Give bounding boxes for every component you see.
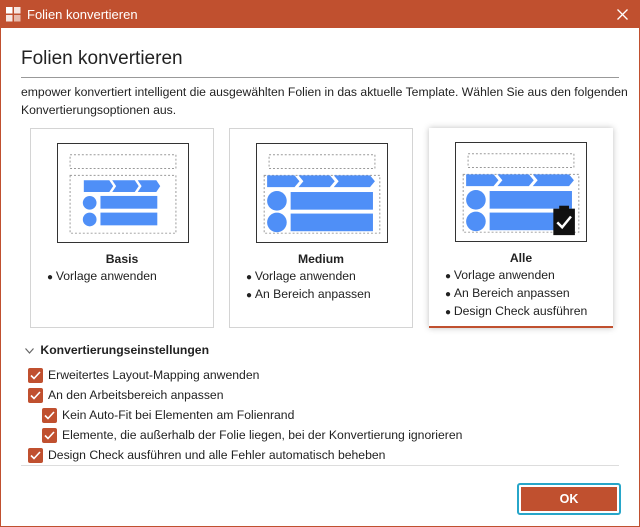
list-item: An Bereich anpassen [445,285,587,303]
layout-mapping-checkbox[interactable]: Erweitertes Layout-Mapping anwenden [28,367,259,383]
option-label: Kein Auto-Fit bei Elementen am Folienran… [62,408,295,422]
heading-divider [21,77,619,78]
intro-text: empower konvertiert intelligent die ausg… [21,85,628,117]
option-label: Elemente, die außerhalb der Folie liegen… [62,428,463,442]
basis-preview-image [57,143,189,243]
chevron-down-icon [25,343,35,357]
close-button[interactable] [605,1,639,28]
option-card-medium[interactable]: Medium Vorlage anwenden An Bereich anpas… [229,128,413,328]
ok-button[interactable]: OK [521,487,617,511]
footer-divider [21,465,619,466]
dialog-window: Folien konvertieren Folien konvertieren … [0,0,640,527]
checkbox-checked-icon [42,427,57,443]
ok-button-focus-ring: OK [517,483,621,515]
card-title: Basis [105,252,139,266]
option-label: Erweitertes Layout-Mapping anwenden [48,368,260,382]
checkbox-checked-icon [28,447,43,463]
design-check-checkbox[interactable]: Design Check ausführen und alle Fehler a… [28,447,385,463]
conversion-settings-toggle[interactable]: Konvertierungseinstellungen [25,343,209,357]
clipboard-check-icon [553,205,575,236]
fit-workspace-checkbox[interactable]: An den Arbeitsbereich anpassen [28,387,224,403]
checkbox-checked-icon [42,407,57,423]
alle-preview-image [455,142,587,242]
checkbox-checked-icon [28,367,43,383]
close-icon [616,9,628,20]
card-title: Alle [509,251,533,265]
list-item: An Bereich anpassen [246,286,371,304]
list-item: Vorlage anwenden [47,268,157,286]
option-card-alle[interactable]: Alle Vorlage anwenden An Bereich anpasse… [429,128,613,328]
window-title: Folien konvertieren [27,7,138,22]
section-label: Konvertierungseinstellungen [40,343,210,357]
card-title: Medium [297,252,345,266]
no-autofit-checkbox[interactable]: Kein Auto-Fit bei Elementen am Folienran… [42,407,294,423]
card-feature-list: Vorlage anwenden An Bereich anpassen [246,268,371,304]
list-item: Design Check ausführen [445,303,587,321]
card-feature-list: Vorlage anwenden [47,268,157,286]
card-feature-list: Vorlage anwenden An Bereich anpassen Des… [445,267,587,321]
empower-logo-icon [6,7,21,22]
title-bar: Folien konvertieren [1,1,639,28]
checkbox-checked-icon [28,387,43,403]
medium-preview-image [256,143,388,243]
list-item: Vorlage anwenden [445,267,587,285]
page-title: Folien konvertieren [21,48,183,69]
list-item: Vorlage anwenden [246,268,371,286]
option-label: An den Arbeitsbereich anpassen [48,388,224,402]
ignore-offslide-checkbox[interactable]: Elemente, die außerhalb der Folie liegen… [42,427,462,443]
option-label: Design Check ausführen und alle Fehler a… [48,448,386,462]
option-card-basis[interactable]: Basis Vorlage anwenden [30,128,214,328]
